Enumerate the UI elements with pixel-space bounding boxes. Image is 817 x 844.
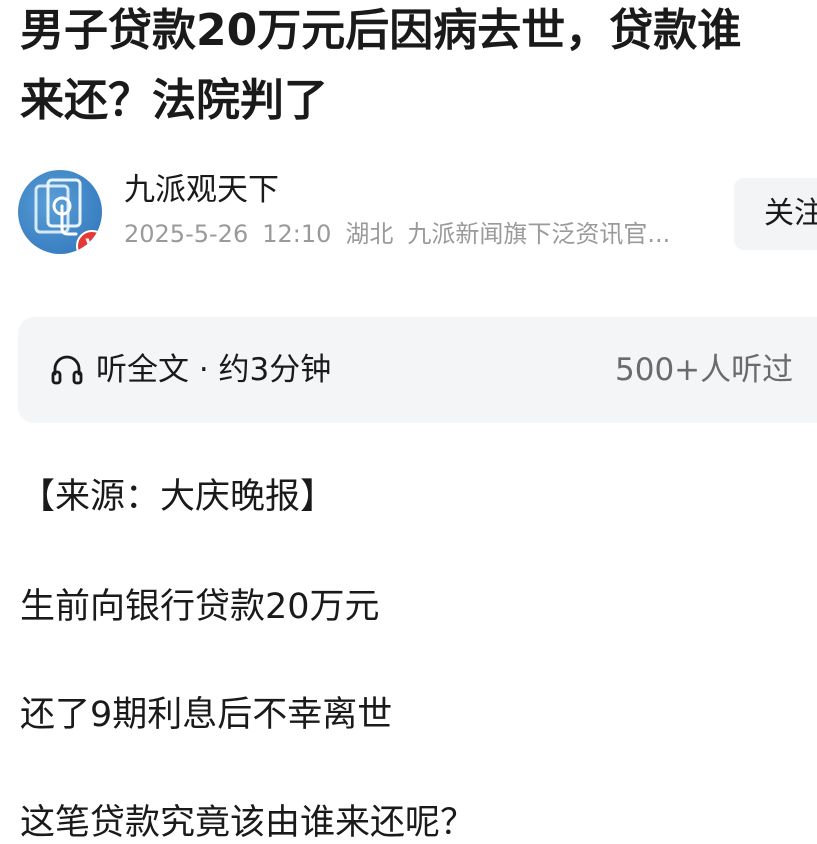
article-meta: 2025-5-26 12:10 湖北 九派新闻旗下泛资讯官... xyxy=(124,218,684,250)
article-paragraph: 还了9期利息后不幸离世 xyxy=(20,695,393,735)
listen-count: 500+人听过 xyxy=(615,352,794,388)
avatar[interactable]: V xyxy=(18,170,102,254)
article-paragraph: 这笔贷款究竟该由谁来还呢？ xyxy=(20,803,476,843)
article-paragraph: 【来源：大庆晚报】 xyxy=(20,477,336,517)
headphones-icon xyxy=(51,355,83,384)
article-title-line-2: 来还？法院判了 xyxy=(20,75,328,126)
listen-full-text-bar[interactable]: 听全文 · 约3分钟 500+人听过 xyxy=(18,317,817,423)
verified-badge-icon: V xyxy=(76,230,102,254)
publish-date: 2025-5-26 xyxy=(124,220,249,248)
follow-button[interactable]: 关注 xyxy=(734,178,817,250)
publish-time: 12:10 xyxy=(262,220,332,248)
author-description: 九派新闻旗下泛资讯官... xyxy=(407,220,671,248)
article-page: 男子贷款20万元后因病去世，贷款谁 来还？法院判了 V 九派观天下 2025-5… xyxy=(0,0,817,844)
article-paragraph: 生前向银行贷款20万元 xyxy=(20,587,380,627)
article-title-line-1: 男子贷款20万元后因病去世，贷款谁 xyxy=(20,5,742,56)
author-row: V 九派观天下 2025-5-26 12:10 湖北 九派新闻旗下泛资讯官... 关注 xyxy=(18,164,817,256)
author-name[interactable]: 九派观天下 xyxy=(124,170,279,210)
publish-location: 湖北 xyxy=(345,220,394,248)
article-title: 男子贷款20万元后因病去世，贷款谁 来还？法院判了 xyxy=(20,0,817,136)
listen-label-group: 听全文 · 约3分钟 xyxy=(50,347,331,393)
listen-label: 听全文 · 约3分钟 xyxy=(96,352,332,388)
